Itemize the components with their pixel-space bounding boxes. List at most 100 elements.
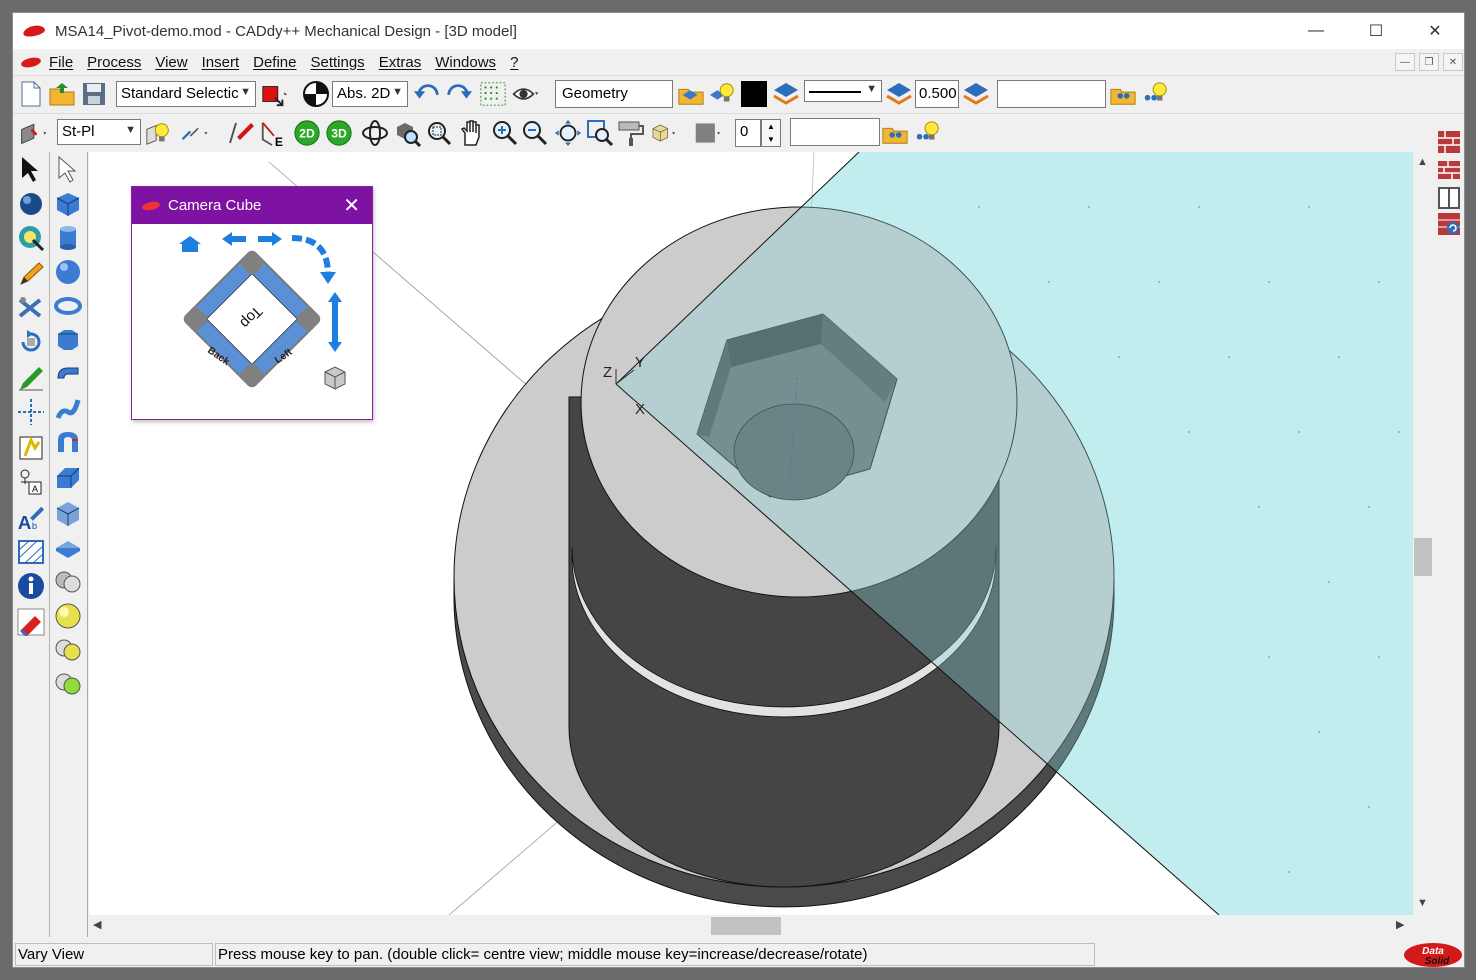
minimize-button[interactable]: — <box>1287 13 1345 49</box>
layer-name-field[interactable]: Geometry <box>555 80 673 108</box>
menu-file[interactable]: File <box>49 54 73 71</box>
menu-windows[interactable]: Windows <box>435 54 496 71</box>
fill-color-icon[interactable] <box>695 119 723 147</box>
zoom-window-icon[interactable] <box>425 119 453 147</box>
filter-bulb-icon[interactable] <box>913 119 941 147</box>
new-file-icon[interactable] <box>17 80 45 108</box>
sphere-dark-icon[interactable] <box>17 190 45 218</box>
vertical-scroll-thumb[interactable] <box>1414 538 1432 576</box>
filter-field[interactable] <box>790 118 880 146</box>
pan-hand-icon[interactable] <box>457 119 485 147</box>
menu-view[interactable]: View <box>155 54 187 71</box>
home-view-icon[interactable] <box>179 236 201 252</box>
union-icon[interactable] <box>54 568 82 596</box>
roll-arrow-icon[interactable] <box>291 235 336 284</box>
counter-spinner[interactable]: ▲ ▼ <box>761 119 781 147</box>
origin-snap-icon[interactable] <box>302 80 330 108</box>
dimension-icon[interactable] <box>17 434 45 462</box>
select-arrow-icon[interactable] <box>17 155 45 183</box>
tilt-arrow-icon[interactable] <box>328 292 342 352</box>
torus-primitive-icon[interactable] <box>54 292 82 320</box>
paint-roller-icon[interactable] <box>617 119 645 147</box>
info-icon[interactable] <box>17 572 45 600</box>
rotate-object-icon[interactable] <box>17 328 45 356</box>
line-width-apply-icon[interactable] <box>962 80 990 108</box>
mdi-close-button[interactable]: ✕ <box>1443 53 1463 71</box>
undo-icon[interactable] <box>413 80 441 108</box>
menu-process[interactable]: Process <box>87 54 141 71</box>
zoom-out-icon[interactable] <box>521 119 549 147</box>
scroll-down-arrow-icon[interactable]: ▼ <box>1417 897 1428 909</box>
camera-cube-close-button[interactable]: ✕ <box>343 193 360 218</box>
grid-icon[interactable] <box>479 80 507 108</box>
color-picker-icon[interactable] <box>260 80 288 108</box>
scroll-left-arrow-icon[interactable]: ◀ <box>93 918 101 931</box>
boolean-box-icon[interactable] <box>54 498 82 526</box>
tools-icon[interactable] <box>17 294 45 322</box>
scroll-right-arrow-icon[interactable]: ▶ <box>1396 918 1404 931</box>
save-icon[interactable] <box>80 80 108 108</box>
mdi-restore-button[interactable]: ❐ <box>1419 53 1439 71</box>
sweep-path-icon[interactable] <box>54 394 82 422</box>
mdi-minimize-button[interactable]: — <box>1395 53 1415 71</box>
slab-icon[interactable] <box>54 532 82 560</box>
group-folder-icon[interactable] <box>1109 80 1137 108</box>
line-width-field[interactable]: 0.500 <box>915 80 959 108</box>
work-plane-icon[interactable] <box>19 119 47 147</box>
measure-tool-icon[interactable] <box>17 224 45 252</box>
menu-settings[interactable]: Settings <box>310 54 364 71</box>
edit-plane-icon[interactable] <box>227 119 255 147</box>
erase-icon[interactable] <box>17 608 45 636</box>
intersect-icon[interactable] <box>54 636 82 664</box>
layers-icon[interactable] <box>772 80 800 108</box>
maximize-button[interactable]: ☐ <box>1347 13 1405 49</box>
rotate-left-arrow-icon[interactable] <box>222 232 246 246</box>
group-name-field[interactable] <box>997 80 1106 108</box>
text-symbol-icon[interactable]: A <box>17 468 45 496</box>
plane-bulb-icon[interactable] <box>145 119 173 147</box>
menu-help[interactable]: ? <box>510 54 518 71</box>
selection-mode-dropdown[interactable]: Standard Selectic ▼ <box>116 81 256 107</box>
revolve-icon[interactable] <box>54 428 82 456</box>
prism-primitive-icon[interactable] <box>54 326 82 354</box>
group-bulb-icon[interactable] <box>1141 80 1169 108</box>
close-button[interactable]: ✕ <box>1406 13 1464 49</box>
sphere-primitive-icon[interactable] <box>54 258 82 286</box>
camera-cube-widget[interactable]: Top Back Left <box>132 224 372 420</box>
chamfer-icon[interactable] <box>54 462 82 490</box>
cylinder-primitive-icon[interactable] <box>54 224 82 252</box>
color-swatch-black[interactable] <box>740 80 768 108</box>
select-hollow-arrow-icon[interactable] <box>54 155 82 183</box>
text-edit-icon[interactable]: Ab <box>17 504 45 532</box>
horizontal-scroll-thumb[interactable] <box>711 917 781 935</box>
layer-folder-icon[interactable] <box>677 80 705 108</box>
plane-edge-icon[interactable]: E <box>259 119 287 148</box>
vertical-scrollbar[interactable]: ▲ ▼ <box>1413 152 1433 915</box>
camera-cube-panel[interactable]: Camera Cube ✕ Top Back Left <box>131 186 373 420</box>
orbit-icon[interactable] <box>361 119 389 147</box>
menu-insert[interactable]: Insert <box>202 54 240 71</box>
redo-icon[interactable] <box>445 80 473 108</box>
document-logo-icon[interactable] <box>20 55 42 69</box>
rotate-right-arrow-icon[interactable] <box>258 232 282 246</box>
plane-transform-icon[interactable] <box>181 119 209 147</box>
open-folder-icon[interactable] <box>48 80 76 108</box>
small-cube-icon[interactable] <box>324 366 346 390</box>
extrude-profile-icon[interactable] <box>54 360 82 388</box>
counter-field[interactable]: 0 <box>735 119 761 147</box>
work-plane-dropdown[interactable]: St-Pl ▼ <box>57 119 141 145</box>
wall-brick-icon[interactable] <box>1435 128 1463 156</box>
horizontal-scrollbar[interactable]: ◀ ▶ <box>89 915 1413 937</box>
view-3d-button[interactable]: 3D <box>325 119 353 147</box>
zoom-previous-icon[interactable] <box>586 119 614 147</box>
zoom-extents-icon[interactable] <box>554 119 582 147</box>
wall-refresh-icon[interactable] <box>1435 210 1463 238</box>
subtract-icon[interactable] <box>54 602 82 630</box>
visibility-eye-icon[interactable] <box>512 80 540 108</box>
filter-group-icon[interactable] <box>881 119 909 147</box>
draw-line-icon[interactable] <box>17 364 45 392</box>
zoom-in-icon[interactable] <box>491 119 519 147</box>
view-2d-button[interactable]: 2D <box>293 119 321 147</box>
shading-mode-icon[interactable] <box>650 119 678 147</box>
menu-extras[interactable]: Extras <box>379 54 422 71</box>
